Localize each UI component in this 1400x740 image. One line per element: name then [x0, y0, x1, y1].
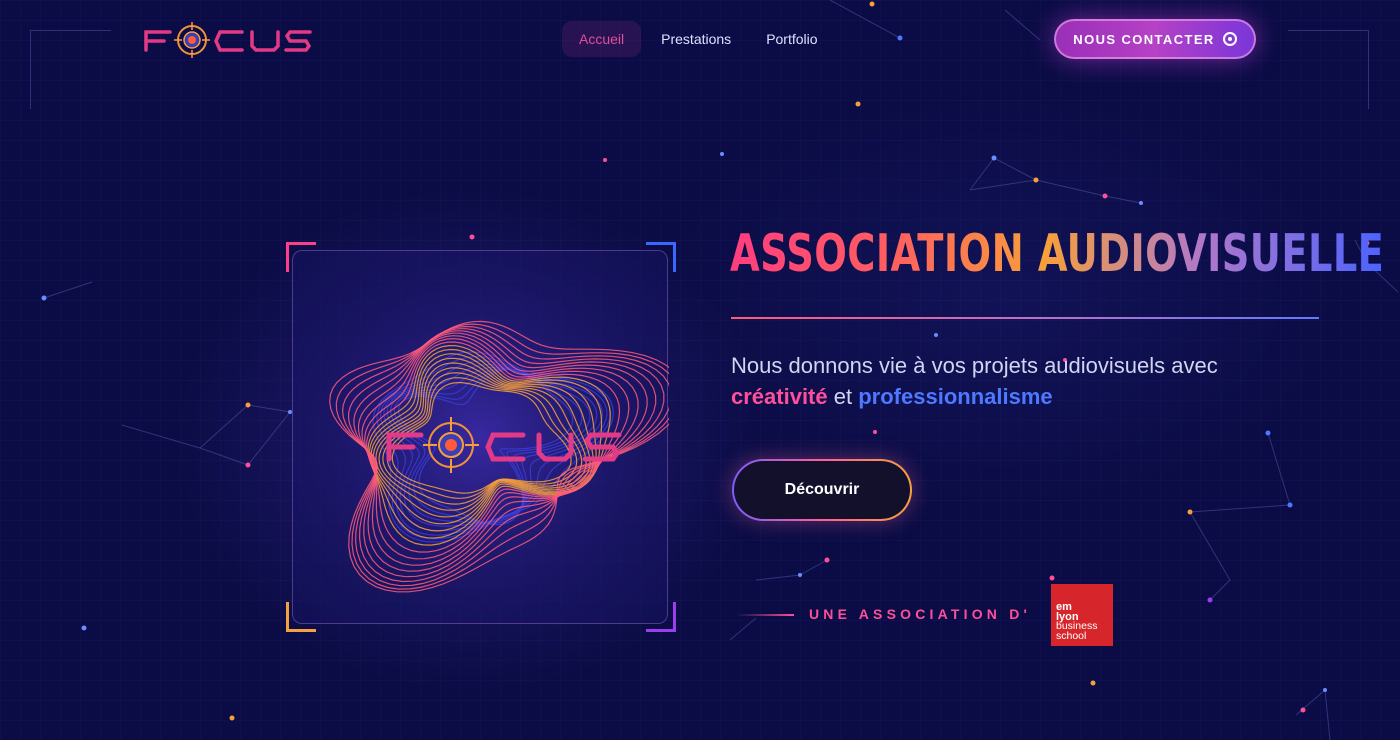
discover-button[interactable]: Découvrir [732, 459, 912, 521]
nav-item-portfolio[interactable]: Portfolio [749, 21, 834, 57]
sound-wave-focus-art [293, 251, 685, 625]
main-nav: Accueil Prestations Portfolio [562, 21, 836, 57]
emlyon-logo-school: school [1056, 629, 1087, 642]
title-divider [731, 317, 1319, 319]
nav-item-prestations[interactable]: Prestations [644, 21, 748, 57]
frame-bracket-top-left [286, 242, 316, 272]
frame-bracket-bottom-left [286, 602, 316, 632]
nav-item-accueil[interactable]: Accueil [562, 21, 642, 57]
affiliation-label: UNE ASSOCIATION D' [809, 606, 1032, 622]
hero-artwork [286, 242, 685, 632]
affiliation-line [736, 614, 794, 616]
hero-subtitle: Nous donnons vie à vos projets audiovisu… [731, 350, 1351, 412]
artwork-card [292, 250, 685, 625]
frame-bracket-top-right [646, 242, 676, 272]
highlight-professionalism: professionnalisme [858, 384, 1053, 409]
emlyon-logo[interactable]: em lyon business school [1051, 584, 1113, 646]
hero-title: ASSOCIATION AUDIOVISUELLE [730, 224, 1385, 284]
contact-button-label: NOUS CONTACTER [1073, 31, 1215, 47]
contact-button[interactable]: NOUS CONTACTER [1054, 19, 1256, 59]
focus-logo[interactable] [142, 20, 314, 60]
highlight-creativity: créativité [731, 384, 828, 409]
target-icon [1222, 32, 1237, 46]
site-header: Accueil Prestations Portfolio NOUS CONTA… [0, 0, 1400, 80]
subtitle-connector: et [833, 384, 853, 409]
subtitle-text: Nous donnons vie à vos projets audiovisu… [731, 353, 1218, 378]
frame-bracket-bottom-right [646, 602, 676, 632]
